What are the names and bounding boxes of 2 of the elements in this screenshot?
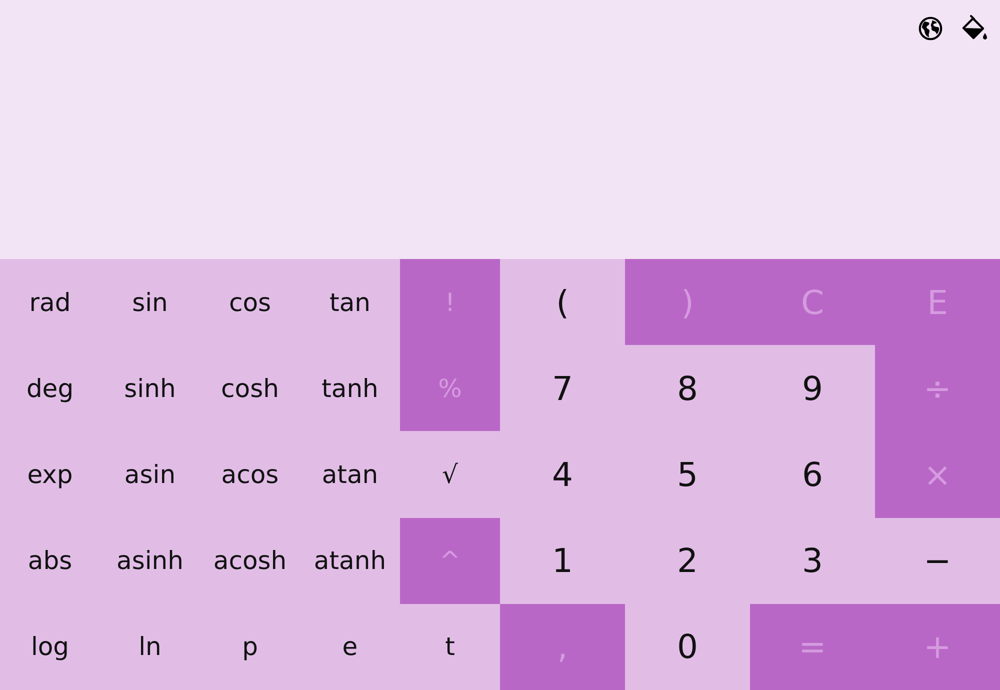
globe-icon[interactable] (918, 16, 943, 40)
paint-bucket-icon[interactable] (960, 14, 988, 42)
